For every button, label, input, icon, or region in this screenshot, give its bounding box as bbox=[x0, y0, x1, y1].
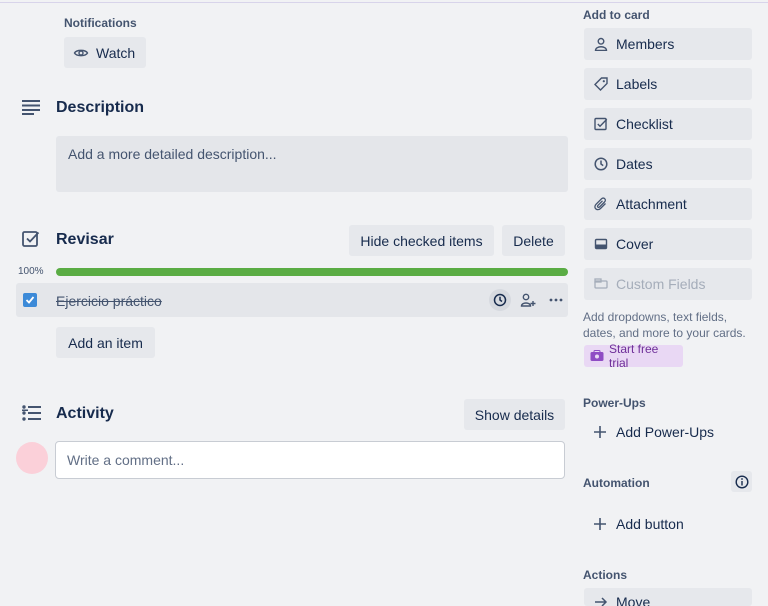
custom-fields-label: Custom Fields bbox=[616, 276, 706, 292]
add-powerups-label: Add Power-Ups bbox=[616, 424, 715, 440]
automation-label: Automation bbox=[583, 476, 650, 490]
person-icon bbox=[594, 37, 608, 51]
labels-label: Labels bbox=[616, 76, 658, 92]
dates-button[interactable]: Dates bbox=[584, 148, 752, 180]
members-label: Members bbox=[616, 36, 675, 52]
add-item-button[interactable]: Add an item bbox=[56, 327, 155, 358]
labels-button[interactable]: Labels bbox=[584, 68, 752, 100]
show-details-button[interactable]: Show details bbox=[464, 399, 565, 430]
info-icon[interactable] bbox=[731, 471, 752, 492]
add-powerups-button[interactable]: Add Power-Ups bbox=[593, 424, 714, 440]
attachment-label: Attachment bbox=[616, 196, 687, 212]
activity-icon bbox=[22, 405, 41, 421]
move-button[interactable]: Move bbox=[584, 588, 752, 606]
hide-checked-items-button[interactable]: Hide checked items bbox=[349, 225, 494, 256]
custom-fields-note: Add dropdowns, text fields, dates, and m… bbox=[583, 310, 746, 340]
checklist-item-text: Ejercicio práctico bbox=[56, 293, 162, 309]
checklist-button[interactable]: Checklist bbox=[584, 108, 752, 140]
description-input[interactable]: Add a more detailed description... bbox=[56, 136, 568, 192]
dates-label: Dates bbox=[616, 156, 653, 172]
trial-icon bbox=[590, 350, 604, 362]
add-to-card-label: Add to card bbox=[583, 8, 650, 22]
checklist-icon bbox=[594, 117, 608, 131]
assign-member-icon[interactable] bbox=[517, 289, 539, 311]
description-heading: Description bbox=[56, 99, 145, 116]
clock-icon bbox=[594, 157, 608, 171]
start-free-trial-label: Start free trial bbox=[609, 342, 659, 370]
item-checkbox[interactable] bbox=[23, 293, 37, 307]
actions-label: Actions bbox=[583, 568, 628, 582]
top-border bbox=[0, 2, 768, 3]
description-icon bbox=[22, 99, 40, 115]
notifications-label: Notifications bbox=[64, 16, 137, 30]
comment-input[interactable]: Write a comment... bbox=[55, 441, 565, 479]
move-label: Move bbox=[616, 594, 651, 606]
start-free-trial-button[interactable]: Start free trial bbox=[584, 342, 683, 370]
activity-heading: Activity bbox=[56, 405, 114, 422]
members-button[interactable]: Members bbox=[584, 28, 752, 60]
plus-icon bbox=[593, 425, 607, 439]
progress-percent: 100% bbox=[18, 266, 44, 277]
progress-bar bbox=[56, 268, 568, 276]
cover-icon bbox=[594, 237, 608, 251]
progress-bar-fill bbox=[56, 268, 568, 276]
watch-label: Watch bbox=[96, 44, 136, 61]
eye-icon bbox=[73, 45, 89, 61]
delete-checklist-button[interactable]: Delete bbox=[502, 225, 565, 256]
checklist-icon bbox=[22, 230, 40, 248]
add-button-label: Add button bbox=[616, 516, 684, 532]
powerups-label: Power-Ups bbox=[583, 396, 646, 410]
checklist-heading: Revisar bbox=[56, 231, 114, 248]
attachment-button[interactable]: Attachment bbox=[584, 188, 752, 220]
watch-button[interactable]: Watch bbox=[64, 37, 146, 68]
custom-fields-icon bbox=[594, 277, 608, 291]
paperclip-icon bbox=[594, 197, 608, 211]
arrow-right-icon bbox=[594, 596, 608, 606]
add-button-button[interactable]: Add button bbox=[593, 516, 684, 532]
more-actions-icon[interactable] bbox=[545, 289, 567, 311]
plus-icon bbox=[593, 517, 607, 531]
tag-icon bbox=[594, 77, 608, 91]
custom-fields-button[interactable]: Custom Fields bbox=[584, 268, 752, 300]
avatar bbox=[16, 442, 48, 474]
cover-label: Cover bbox=[616, 236, 654, 252]
checklist-label: Checklist bbox=[616, 116, 673, 132]
cover-button[interactable]: Cover bbox=[584, 228, 752, 260]
due-date-icon[interactable] bbox=[489, 289, 511, 311]
